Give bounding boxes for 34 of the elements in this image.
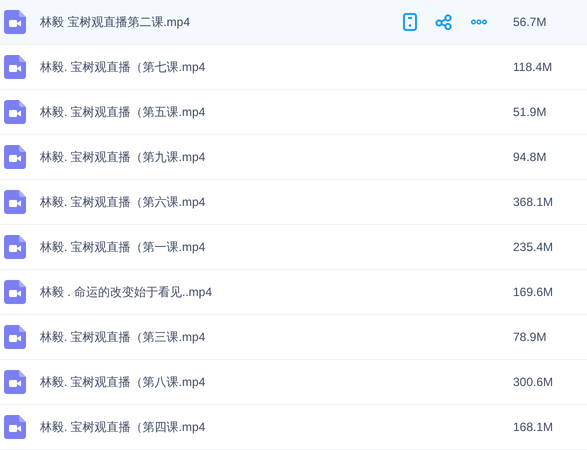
video-file-icon [4, 235, 26, 259]
file-name: 林毅. 宝树观直播（第五课.mp4 [40, 104, 206, 121]
share-icon[interactable] [435, 14, 453, 30]
video-file-icon [4, 415, 26, 439]
file-name: 林毅 宝树观直播第二课.mp4 [40, 14, 192, 31]
video-file-icon [4, 190, 26, 214]
file-size: 51.9M [513, 104, 548, 121]
file-size: 78.9M [513, 329, 548, 346]
file-size: 118.4M [513, 59, 554, 76]
file-size: 94.8M [513, 149, 548, 166]
file-size: 368.1M [513, 194, 554, 211]
file-name: 林毅. 宝树观直播（第七课.mp4 [40, 59, 206, 76]
file-size: 300.6M [513, 374, 554, 391]
video-file-icon [4, 10, 26, 34]
file-name: 林毅. 宝树观直播（第八课.mp4 [40, 374, 206, 391]
more-icon[interactable] [471, 19, 487, 25]
video-file-icon [4, 55, 26, 79]
video-file-icon [4, 280, 26, 304]
file-name: 林毅. 宝树观直播（第九课.mp4 [40, 149, 206, 166]
file-name: 林毅. 宝树观直播（第六课.mp4 [40, 194, 206, 211]
file-name: 林毅. 宝树观直播（第四课.mp4 [40, 419, 206, 436]
file-row[interactable]: 林毅 宝树观直播第二课.mp4 56.7M [0, 0, 587, 45]
file-size: 169.6M [513, 284, 554, 301]
file-size: 235.4M [513, 239, 554, 256]
video-file-icon [4, 370, 26, 394]
video-file-icon [4, 100, 26, 124]
video-file-icon [4, 145, 26, 169]
file-size: 168.1M [513, 419, 554, 436]
file-name: 林毅. 宝树观直播（第三课.mp4 [40, 329, 206, 346]
file-size: 56.7M [513, 14, 548, 31]
file-name: 林毅 . 命运的改变始于看见..mp4 [40, 284, 214, 301]
video-file-icon [4, 325, 26, 349]
mobile-icon[interactable] [403, 13, 417, 31]
file-name: 林毅. 宝树观直播（第一课.mp4 [40, 239, 206, 256]
